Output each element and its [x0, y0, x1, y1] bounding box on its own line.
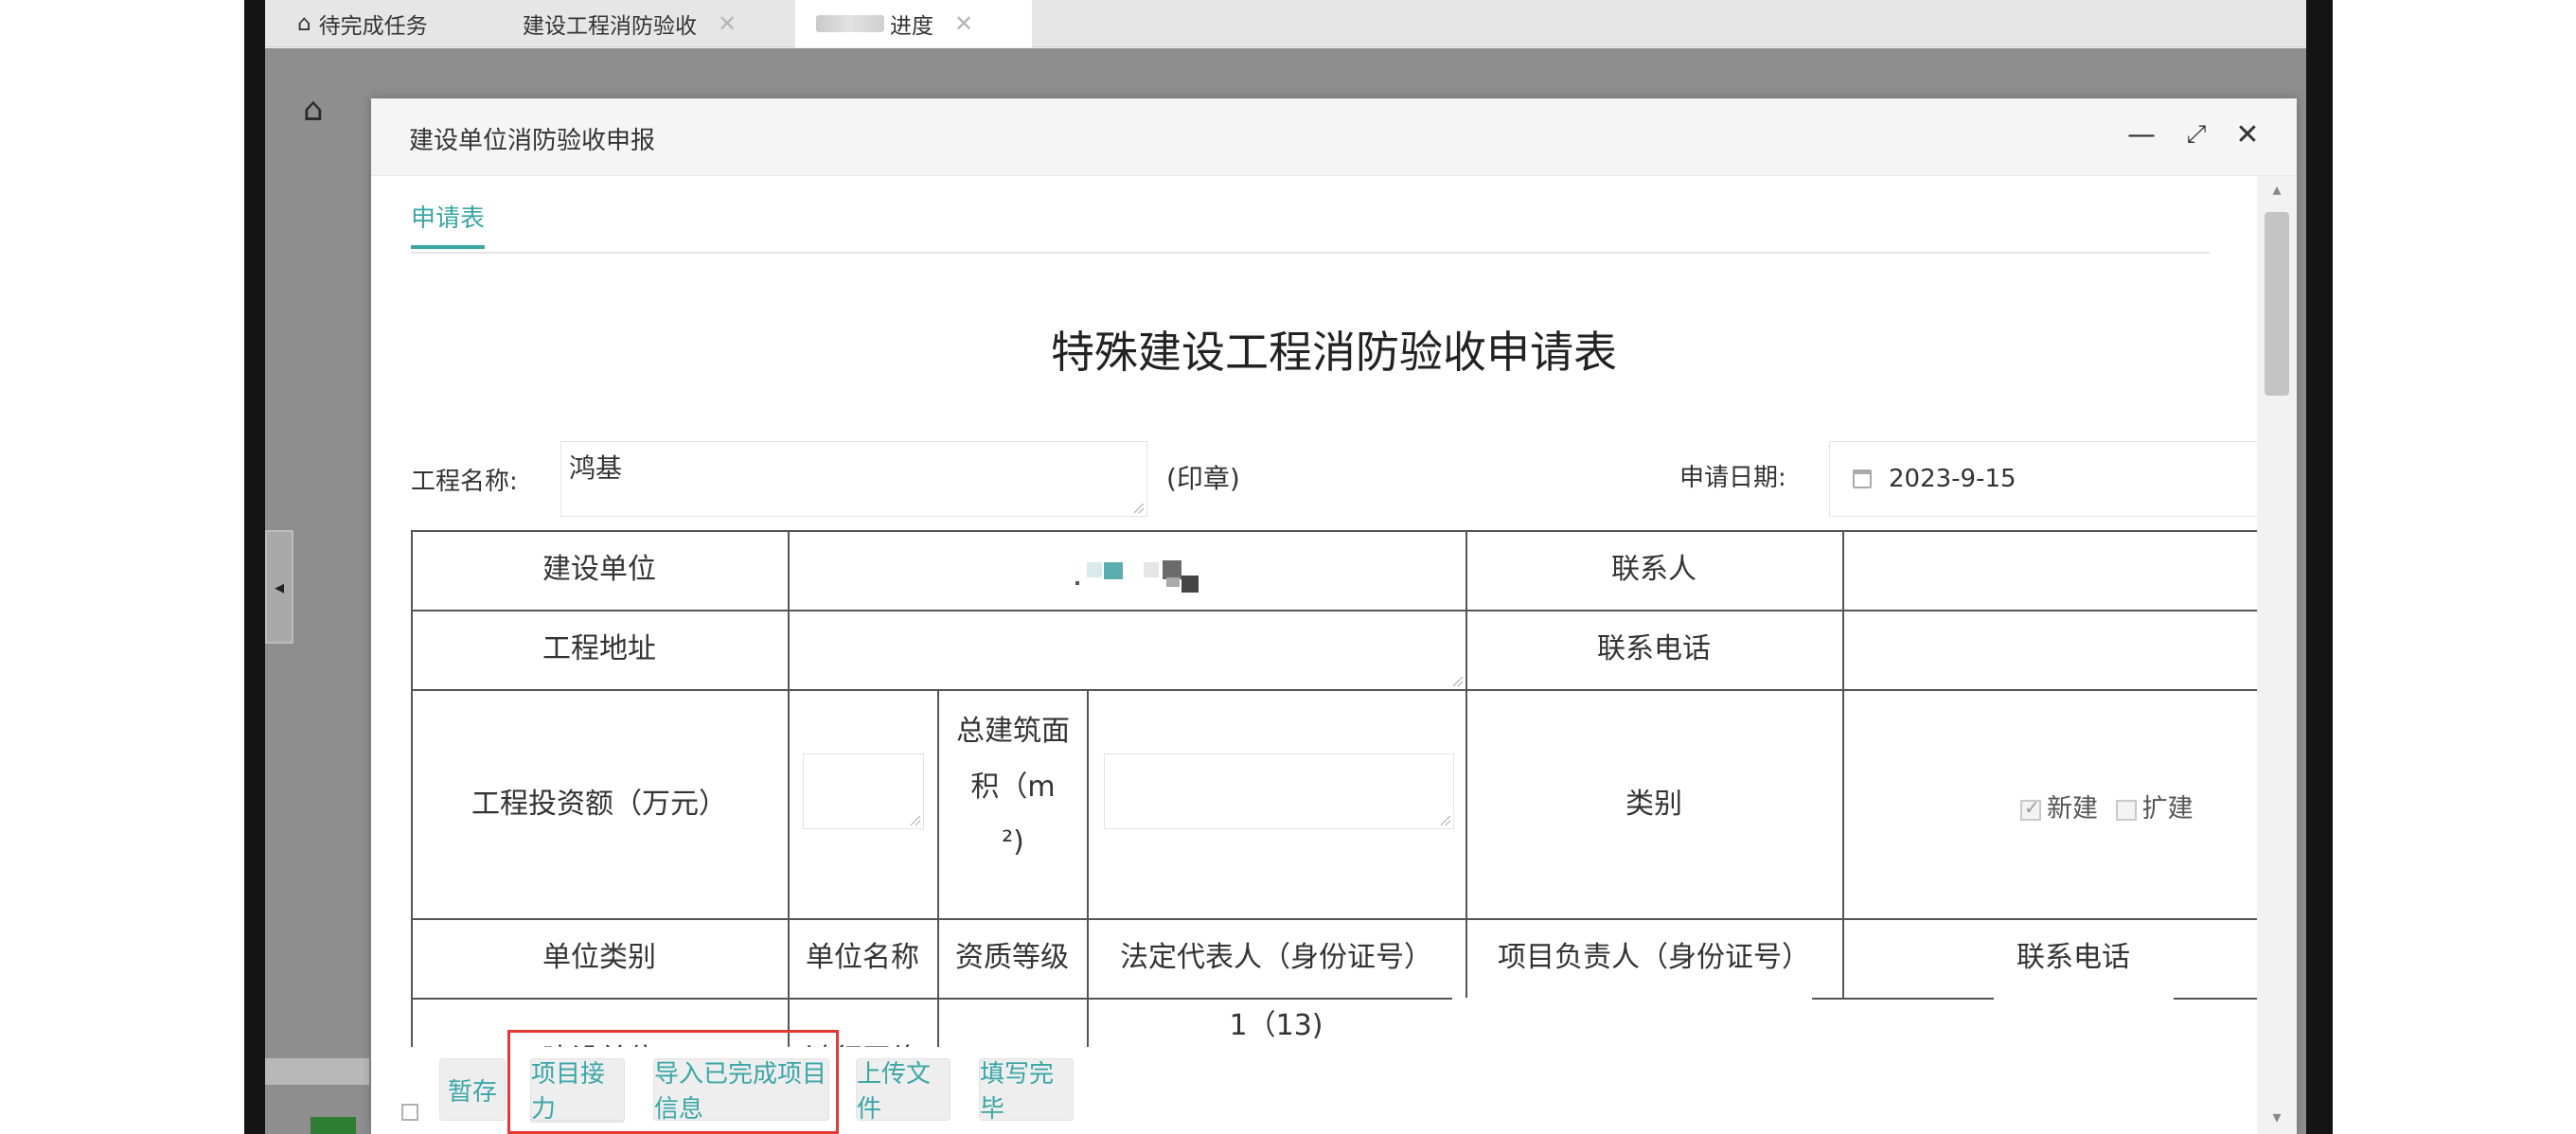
project-name-input[interactable]: 鸿基: [560, 441, 1147, 517]
footer-checkbox[interactable]: [401, 1104, 418, 1121]
row-legal-rep-value: 1（13): [1229, 1009, 1324, 1042]
total-area-input[interactable]: [1104, 753, 1454, 829]
minimize-icon[interactable]: —: [2123, 115, 2160, 153]
header-project-lead: 项目负责人（身份证号）: [1498, 941, 1810, 974]
header-legal-representative: 法定代表人（身份证号）: [1120, 941, 1432, 974]
highlight-annotation: [507, 1030, 839, 1134]
header-unit-name: 单位名称: [806, 941, 919, 974]
close-icon[interactable]: ✕: [2229, 115, 2266, 153]
upload-file-button[interactable]: 上传文件: [856, 1058, 950, 1124]
acceptance-dialog: 建设单位消防验收申报 — ⤢ ✕ 申请表 特殊建设工程消防验收申请表 工程名称:…: [371, 98, 2297, 1134]
collapse-left-icon[interactable]: ◂: [265, 530, 293, 644]
frame-right-border: [2306, 0, 2333, 1134]
category-options: 新建 扩建: [2020, 788, 2194, 824]
dialog-content: 申请表 特殊建设工程消防验收申请表 工程名称: 鸿基 (印章) 申请日期: 20…: [371, 176, 2257, 1047]
header-unit-type: 单位类别: [542, 941, 656, 974]
background-scrollbar: [265, 1058, 369, 1085]
form-title: 特殊建设工程消防验收申请表: [1051, 327, 1617, 378]
contact-person-input[interactable]: [1844, 532, 2257, 610]
label-total-area: 总建筑面 积（m ²): [956, 715, 1070, 859]
label-investment-amount: 工程投资额（万元）: [471, 788, 727, 821]
calendar-icon: [1853, 470, 1872, 488]
close-icon[interactable]: ✕: [954, 10, 973, 37]
scroll-down-icon[interactable]: ▾: [2265, 1107, 2289, 1130]
dialog-title: 建设单位消防验收申报: [409, 127, 656, 155]
header-qualification: 资质等级: [955, 941, 1069, 974]
project-address-input[interactable]: [790, 611, 1466, 689]
tab-bar: ⌂ 待完成任务 建设工程消防验收 ✕ 进度 ✕: [265, 0, 2306, 47]
dialog-header: 建设单位消防验收申报 — ⤢ ✕: [371, 98, 2297, 176]
label-project-address: 工程地址: [542, 632, 656, 665]
frame-left-margin: [0, 0, 244, 1134]
checkbox-expansion[interactable]: [2115, 799, 2137, 821]
close-icon[interactable]: ✕: [718, 10, 737, 37]
scrollbar-thumb[interactable]: [2265, 212, 2289, 396]
investment-amount-input[interactable]: [803, 753, 924, 829]
checkbox-new-build[interactable]: [2020, 796, 2041, 821]
label-contact-person: 联系人: [1611, 553, 1697, 586]
save-draft-button-main[interactable]: 暂存: [439, 1058, 506, 1121]
scroll-up-icon[interactable]: ▴: [2265, 180, 2289, 203]
application-table: 建设单位 联系人 工程地址 联系电话 工程投资额（万元） 总建筑面 积（m ²)…: [411, 530, 2257, 1047]
blurred-unit-name: [1075, 555, 1246, 593]
tab-progress[interactable]: 进度 ✕: [795, 0, 1032, 47]
tab-fire-acceptance[interactable]: 建设工程消防验收 ✕: [502, 0, 757, 47]
contact-phone-input[interactable]: [1844, 611, 2257, 689]
apply-date-input[interactable]: 2023-9-15: [1829, 441, 2257, 517]
project-name-label: 工程名称:: [411, 468, 518, 496]
frame-right-margin: [2333, 0, 2576, 1134]
header-phone: 联系电话: [2016, 941, 2130, 974]
maximize-icon[interactable]: ⤢: [2177, 115, 2215, 153]
home-icon: ⌂: [297, 11, 311, 36]
finish-button[interactable]: 填写完毕: [979, 1058, 1074, 1124]
frame-left-border: [244, 0, 265, 1134]
blurred-text: [816, 15, 884, 32]
seal-label: (印章): [1166, 463, 1240, 494]
tab-pending-tasks[interactable]: ⌂ 待完成任务: [276, 0, 449, 47]
subtab-divider: [411, 252, 2210, 254]
tab-application-form[interactable]: 申请表: [411, 199, 486, 249]
label-category: 类别: [1626, 788, 1682, 821]
label-construction-unit: 建设单位: [542, 553, 656, 586]
apply-date-label: 申请日期:: [1679, 464, 1786, 492]
label-contact-phone: 联系电话: [1597, 632, 1711, 665]
building-icon: ⌂: [303, 91, 324, 129]
background-green-button: [311, 1117, 356, 1134]
